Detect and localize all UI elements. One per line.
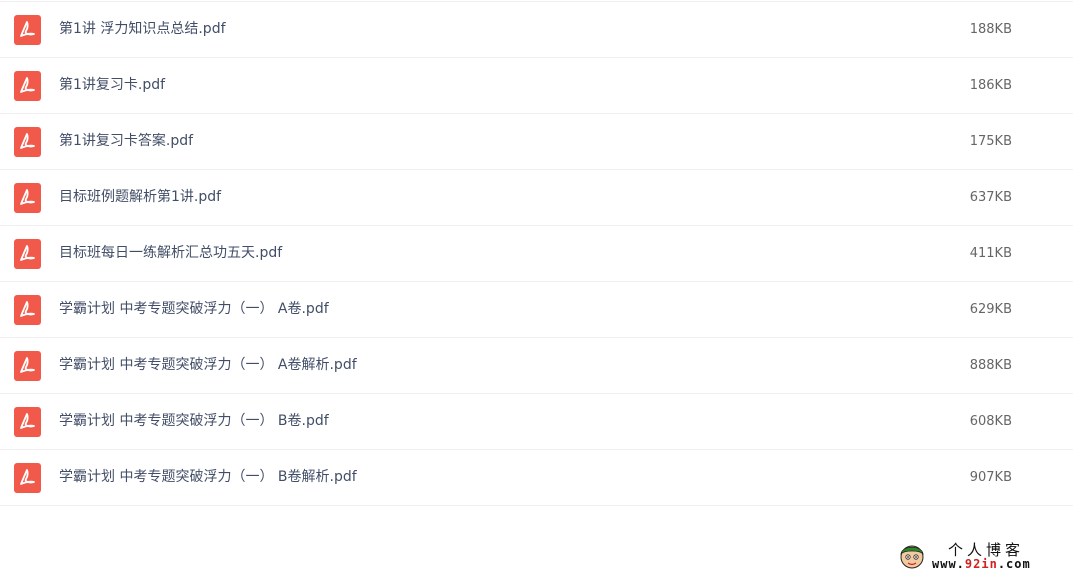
cartoon-face-logo-icon (900, 545, 924, 569)
file-name[interactable]: 第1讲 浮力知识点总结.pdf (59, 2, 226, 57)
pdf-icon (14, 295, 41, 325)
watermark-url-prefix: www. (932, 557, 965, 571)
pdf-icon (14, 127, 41, 157)
pdf-icon (14, 183, 41, 213)
file-size: 907KB (969, 470, 1012, 485)
file-size: 175KB (969, 134, 1012, 149)
file-name[interactable]: 学霸计划 中考专题突破浮力（一） B卷.pdf (59, 394, 329, 449)
pdf-icon (14, 239, 41, 269)
file-size: 411KB (969, 246, 1012, 261)
file-row[interactable]: 学霸计划 中考专题突破浮力（一） B卷解析.pdf 907KB (0, 450, 1073, 506)
file-row[interactable]: 学霸计划 中考专题突破浮力（一） A卷解析.pdf 888KB (0, 338, 1073, 394)
watermark-url-suffix: .com (997, 557, 1031, 571)
file-name[interactable]: 学霸计划 中考专题突破浮力（一） A卷解析.pdf (59, 338, 357, 393)
file-name[interactable]: 学霸计划 中考专题突破浮力（一） A卷.pdf (59, 282, 329, 337)
file-row[interactable]: 学霸计划 中考专题突破浮力（一） A卷.pdf 629KB (0, 282, 1073, 338)
file-list-page: 第1讲 浮力知识点总结.pdf 188KB 第1讲复习卡.pdf 186KB 第… (0, 0, 1073, 577)
file-list: 第1讲 浮力知识点总结.pdf 188KB 第1讲复习卡.pdf 186KB 第… (0, 1, 1073, 506)
file-row[interactable]: 第1讲复习卡.pdf 186KB (0, 58, 1073, 114)
file-size: 188KB (969, 22, 1012, 37)
watermark: 个人博客 www.92in.com (898, 539, 1058, 575)
file-row[interactable]: 目标班每日一练解析汇总功五天.pdf 411KB (0, 226, 1073, 282)
file-size: 629KB (969, 302, 1012, 317)
pdf-icon (14, 463, 41, 493)
file-size: 186KB (969, 78, 1012, 93)
pdf-icon (14, 71, 41, 101)
file-name[interactable]: 学霸计划 中考专题突破浮力（一） B卷解析.pdf (59, 450, 357, 505)
file-name[interactable]: 目标班例题解析第1讲.pdf (59, 170, 221, 225)
file-row[interactable]: 目标班例题解析第1讲.pdf 637KB (0, 170, 1073, 226)
file-name[interactable]: 第1讲复习卡.pdf (59, 58, 165, 113)
file-size: 608KB (969, 414, 1012, 429)
file-row[interactable]: 第1讲复习卡答案.pdf 175KB (0, 114, 1073, 170)
file-row[interactable]: 学霸计划 中考专题突破浮力（一） B卷.pdf 608KB (0, 394, 1073, 450)
watermark-url-accent: 92in (964, 557, 998, 571)
watermark-url: www.92in.com (932, 557, 1031, 571)
pdf-icon (14, 407, 41, 437)
file-name[interactable]: 目标班每日一练解析汇总功五天.pdf (59, 226, 282, 281)
pdf-icon (14, 351, 41, 381)
file-row[interactable]: 第1讲 浮力知识点总结.pdf 188KB (0, 2, 1073, 58)
file-size: 888KB (969, 358, 1012, 373)
pdf-icon (14, 15, 41, 45)
file-name[interactable]: 第1讲复习卡答案.pdf (59, 114, 193, 169)
file-size: 637KB (969, 190, 1012, 205)
